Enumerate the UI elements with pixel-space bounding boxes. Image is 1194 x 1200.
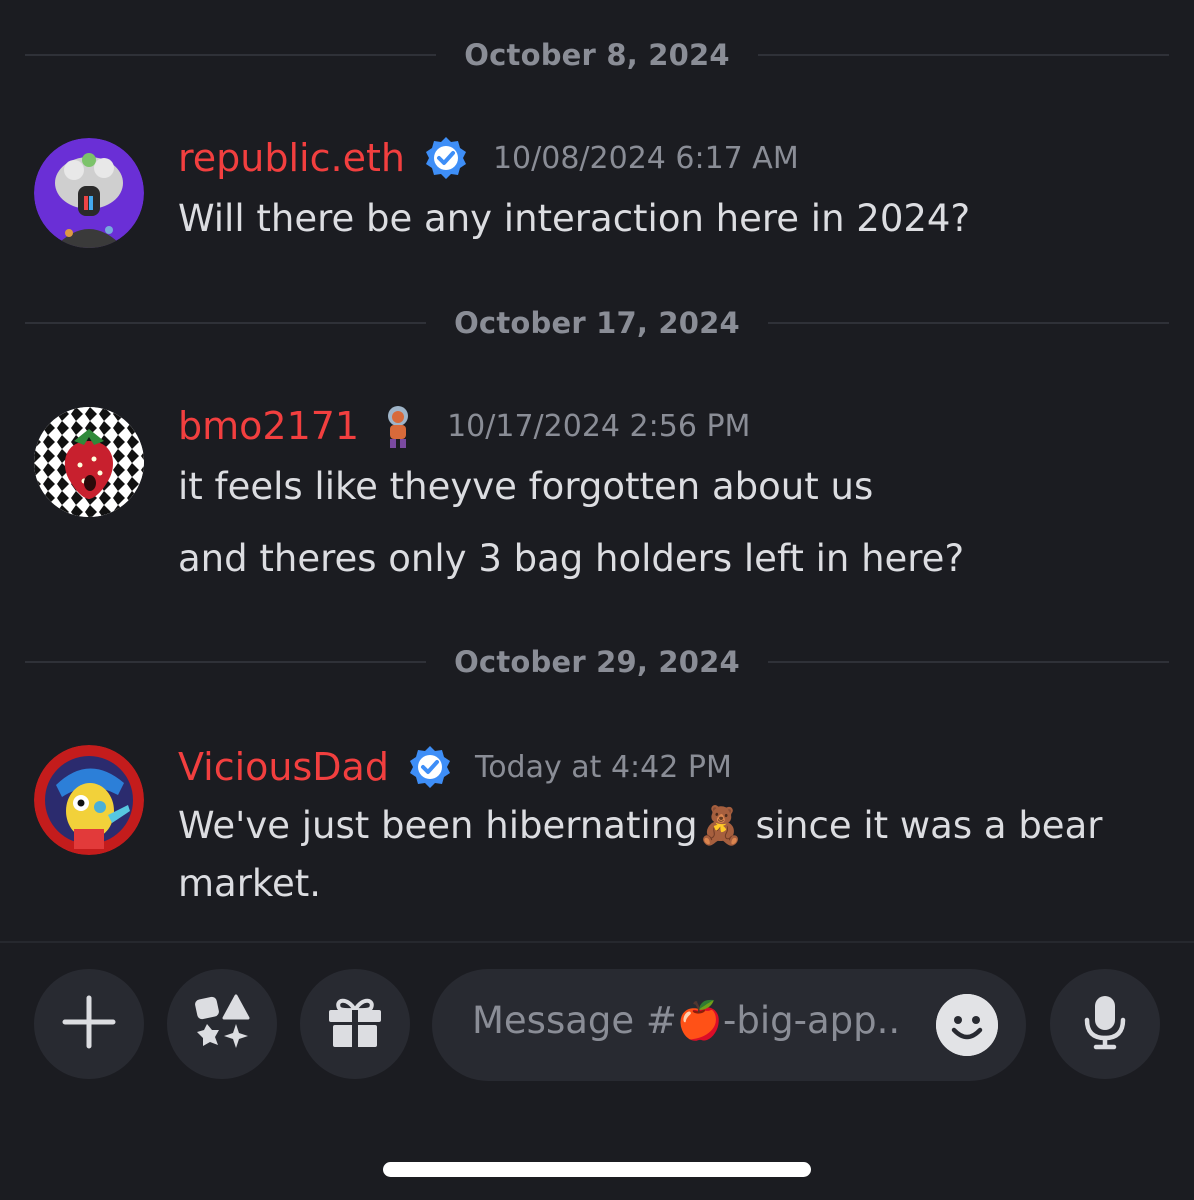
home-indicator[interactable] <box>383 1162 811 1177</box>
emoji-button[interactable] <box>936 994 998 1056</box>
date-divider: October 29, 2024 <box>25 632 1169 692</box>
divider-line <box>25 322 427 324</box>
plus-button[interactable] <box>34 969 144 1079</box>
date-label: October 17, 2024 <box>454 306 740 340</box>
divider-line <box>767 661 1169 663</box>
microphone-icon <box>1075 992 1135 1056</box>
divider-line <box>767 322 1169 324</box>
divider-line <box>25 54 437 56</box>
message-text: Will there be any interaction here in 20… <box>178 197 971 240</box>
username[interactable]: ViciousDad <box>178 743 389 791</box>
message-placeholder: Message #🍎-big-app.. <box>472 999 901 1042</box>
date-divider: October 17, 2024 <box>25 293 1169 353</box>
avatar[interactable] <box>34 138 144 248</box>
message-text: it feels like theyve forgotten about us <box>178 465 874 508</box>
message-text: market. <box>178 862 322 905</box>
apps-icon <box>192 992 252 1056</box>
message-input[interactable]: Message #🍎-big-app.. <box>432 969 1026 1081</box>
plus-icon <box>59 992 119 1056</box>
date-divider: October 8, 2024 <box>25 25 1169 85</box>
divider-line <box>757 54 1169 56</box>
timestamp: 10/08/2024 6:17 AM <box>492 140 799 176</box>
astronaut-figure-icon <box>375 403 421 449</box>
verified-icon <box>423 135 469 181</box>
verified-icon <box>407 744 453 790</box>
avatar[interactable] <box>34 745 144 855</box>
voice-button[interactable] <box>1050 969 1160 1079</box>
divider-line <box>25 661 427 663</box>
emoji-icon <box>936 994 998 1056</box>
message-text: and theres only 3 bag holders left in he… <box>178 537 965 580</box>
timestamp: Today at 4:42 PM <box>474 749 732 785</box>
username[interactable]: republic.eth <box>178 134 405 182</box>
avatar[interactable] <box>34 407 144 517</box>
date-label: October 29, 2024 <box>454 645 740 679</box>
message-text: We've just been hibernating🧸 since it wa… <box>178 804 1103 847</box>
username[interactable]: bmo2171 <box>178 402 359 450</box>
date-label: October 8, 2024 <box>464 38 730 72</box>
timestamp: 10/17/2024 2:56 PM <box>447 408 751 444</box>
apps-button[interactable] <box>167 969 277 1079</box>
composer-divider <box>0 941 1194 943</box>
gift-icon <box>325 992 385 1056</box>
gift-button[interactable] <box>300 969 410 1079</box>
